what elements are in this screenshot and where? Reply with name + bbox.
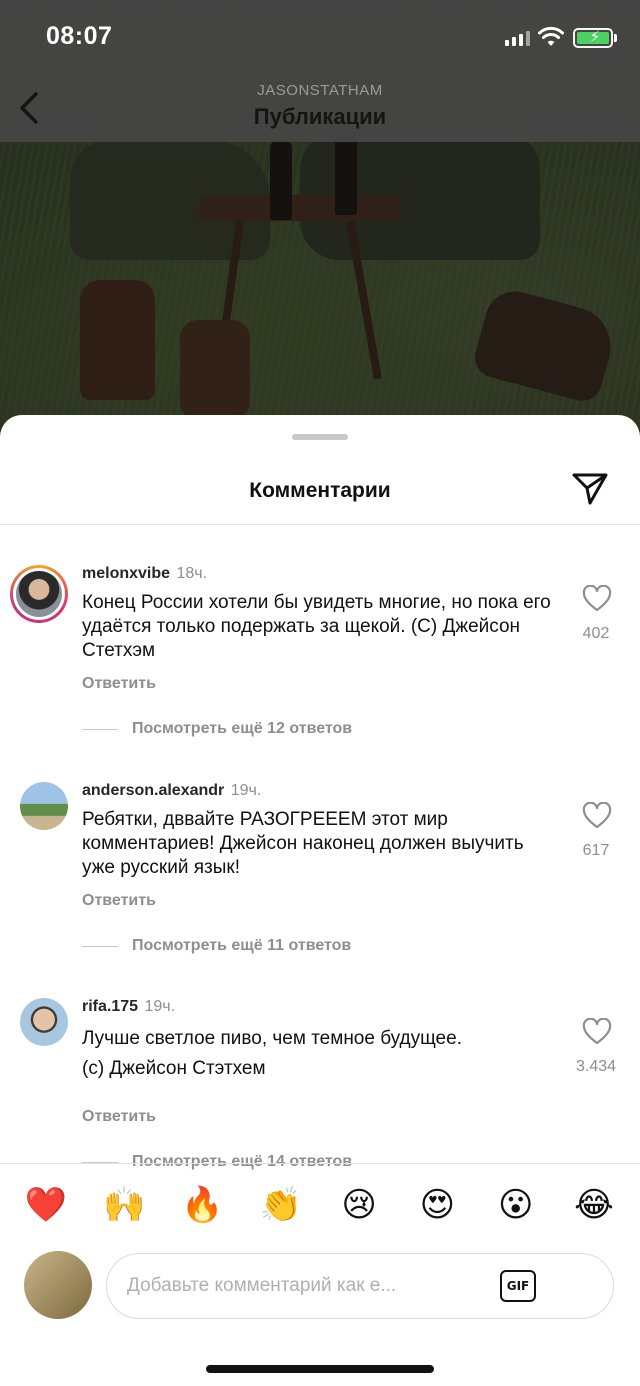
comment-text: Конец России хотели бы увидеть многие, н…: [82, 592, 551, 661]
comment-time: 19ч.: [144, 998, 176, 1015]
status-bar: 08:07 ⚡: [0, 0, 640, 78]
comments-sheet: Комментарии melonxvibe 18ч. Конец России…: [0, 415, 640, 1386]
comment-time: 19ч.: [230, 782, 262, 799]
sheet-grabber[interactable]: [292, 434, 348, 440]
sheet-title: Комментарии: [249, 479, 391, 502]
wifi-icon: [538, 26, 564, 46]
battery-icon: ⚡: [573, 28, 613, 48]
gif-icon[interactable]: GIF: [500, 1270, 536, 1302]
comment-username[interactable]: rifa.175 19ч.: [82, 998, 175, 1016]
heart-icon[interactable]: [582, 585, 612, 613]
like-count: 402: [582, 625, 610, 642]
cellular-signal-icon: [505, 30, 530, 46]
status-time: 08:07: [46, 22, 113, 50]
red-heart-emoji[interactable]: ❤️: [24, 1183, 68, 1227]
like-count: 617: [582, 842, 610, 859]
tears-of-joy-emoji[interactable]: 😂: [572, 1183, 616, 1227]
clapping-hands-emoji[interactable]: 👏: [259, 1183, 303, 1227]
raising-hands-emoji[interactable]: 🙌: [102, 1183, 146, 1227]
comment-time: 18ч.: [176, 565, 208, 582]
view-replies-button[interactable]: Посмотреть ещё 14 ответов: [82, 1153, 352, 1171]
comment-input-placeholder: Добавьте комментарий как е...: [127, 1275, 397, 1296]
reply-button[interactable]: Ответить: [82, 1108, 156, 1126]
avatar[interactable]: [20, 782, 68, 830]
surprised-face-emoji[interactable]: 😮: [494, 1183, 538, 1227]
view-replies-button[interactable]: Посмотреть ещё 12 ответов: [82, 720, 352, 738]
heart-eyes-emoji[interactable]: 😍: [415, 1183, 459, 1227]
header-divider: [0, 524, 640, 525]
reply-button[interactable]: Ответить: [82, 892, 156, 910]
share-icon[interactable]: [570, 470, 610, 508]
reply-button[interactable]: Ответить: [82, 675, 156, 693]
avatar[interactable]: [10, 565, 68, 623]
home-indicator[interactable]: [206, 1365, 434, 1373]
emoji-bar-divider: [0, 1163, 640, 1164]
view-replies-button[interactable]: Посмотреть ещё 11 ответов: [82, 937, 351, 955]
nav-header: JASONSTATHAM Публикации: [0, 78, 640, 142]
current-user-avatar[interactable]: [24, 1251, 92, 1319]
avatar[interactable]: [20, 998, 68, 1046]
emoji-bar: ❤️ 🙌 🔥 👏 😢 😍 😮 😂: [0, 1183, 640, 1227]
comment-username[interactable]: melonxvibe 18ч.: [82, 565, 207, 583]
comment-text: Лучше светлое пиво, чем темное будущее. …: [82, 1028, 462, 1079]
like-count: 3.434: [575, 1058, 617, 1075]
crying-face-emoji[interactable]: 😢: [337, 1183, 381, 1227]
heart-icon[interactable]: [582, 802, 612, 830]
comment-username[interactable]: anderson.alexandr 19ч.: [82, 782, 261, 800]
account-name: JASONSTATHAM: [257, 82, 383, 99]
heart-icon[interactable]: [582, 1018, 612, 1046]
comment-input[interactable]: Добавьте комментарий как е... GIF: [106, 1253, 614, 1319]
fire-emoji[interactable]: 🔥: [181, 1183, 225, 1227]
comment-text: Ребятки, дввайте РАЗОГРЕЕЕМ этот мир ком…: [82, 809, 524, 878]
page-title: Публикации: [253, 104, 387, 129]
